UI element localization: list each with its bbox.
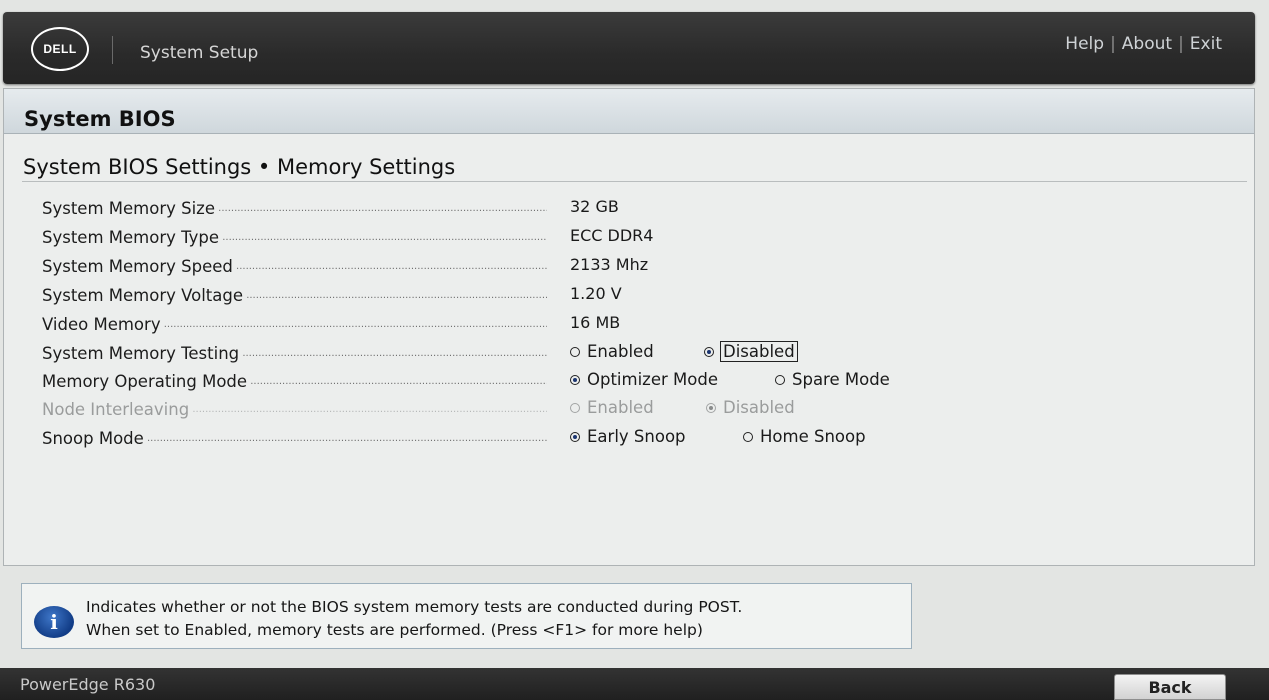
back-button[interactable]: Back: [1114, 674, 1226, 700]
radio-selected-icon[interactable]: [704, 347, 714, 357]
row-system-memory-speed: System Memory Speed 2133 Mhz: [42, 255, 922, 281]
radio-selected-icon[interactable]: [570, 375, 580, 385]
row-system-memory-size: System Memory Size 32 GB: [42, 197, 922, 223]
top-header-bar: DELL System Setup Help | About | Exit: [3, 12, 1255, 84]
system-memory-speed-value: 2133 Mhz: [570, 255, 649, 274]
help-text-line-1: Indicates whether or not the BIOS system…: [86, 598, 743, 616]
row-system-memory-type: System Memory Type ECC DDR4: [42, 226, 922, 252]
video-memory-value: 16 MB: [570, 313, 621, 332]
help-text: Indicates whether or not the BIOS system…: [86, 596, 742, 642]
option-label: Early Snoop: [587, 427, 686, 446]
section-divider: [22, 181, 1247, 182]
row-node-interleaving: Node Interleaving Enabled Disabled: [42, 398, 922, 424]
row-memory-operating-mode: Memory Operating Mode Optimizer Mode Spa…: [42, 370, 922, 396]
system-memory-size-value: 32 GB: [570, 197, 619, 216]
spare-mode-option[interactable]: Spare Mode: [775, 370, 890, 389]
option-label: Enabled: [587, 342, 654, 361]
system-memory-voltage-value: 1.20 V: [570, 284, 622, 303]
node-interleaving-enabled-option: Enabled: [570, 398, 654, 417]
video-memory-label: Video Memory: [42, 315, 547, 334]
row-snoop-mode: Snoop Mode Early Snoop Home Snoop: [42, 427, 922, 453]
memory-testing-disabled-option[interactable]: Disabled: [704, 341, 798, 362]
product-name: PowerEdge R630: [20, 675, 156, 694]
system-memory-testing-label: System Memory Testing: [42, 344, 547, 363]
row-system-memory-testing: System Memory Testing Enabled Disabled: [42, 341, 922, 368]
row-system-memory-voltage: System Memory Voltage 1.20 V: [42, 284, 922, 310]
option-label: Enabled: [587, 398, 654, 417]
exit-link[interactable]: Exit: [1190, 34, 1222, 54]
header-links: Help | About | Exit: [1065, 34, 1222, 54]
row-video-memory: Video Memory 16 MB: [42, 313, 922, 339]
option-label: Disabled: [723, 398, 795, 417]
node-interleaving-label: Node Interleaving: [42, 400, 547, 419]
option-label: Home Snoop: [760, 427, 866, 446]
header-divider: [112, 36, 113, 64]
system-memory-speed-label: System Memory Speed: [42, 257, 547, 276]
radio-unselected-icon[interactable]: [570, 347, 580, 357]
settings-panel: System BIOS System BIOS Settings • Memor…: [3, 88, 1255, 566]
early-snoop-option[interactable]: Early Snoop: [570, 427, 686, 446]
help-box: i Indicates whether or not the BIOS syst…: [21, 583, 912, 649]
dell-logo-text: DELL: [43, 42, 77, 56]
snoop-mode-label: Snoop Mode: [42, 429, 547, 448]
info-icon: i: [34, 606, 74, 638]
option-label: Spare Mode: [792, 370, 890, 389]
app-title: System Setup: [140, 43, 259, 63]
about-link[interactable]: About: [1122, 34, 1172, 54]
help-text-line-2: When set to Enabled, memory tests are pe…: [86, 621, 703, 639]
bottom-bar: PowerEdge R630 Back: [0, 668, 1269, 700]
option-label-focused: Disabled: [720, 341, 798, 362]
help-link[interactable]: Help: [1065, 34, 1104, 54]
section-title: System BIOS Settings • Memory Settings: [23, 155, 456, 179]
radio-unselected-icon: [570, 403, 580, 413]
radio-unselected-icon[interactable]: [743, 432, 753, 442]
system-memory-type-value: ECC DDR4: [570, 226, 654, 245]
option-label: Optimizer Mode: [587, 370, 718, 389]
panel-header: System BIOS: [4, 89, 1254, 134]
radio-selected-icon[interactable]: [570, 432, 580, 442]
dell-logo: DELL: [31, 27, 89, 71]
radio-unselected-icon[interactable]: [775, 375, 785, 385]
system-memory-voltage-label: System Memory Voltage: [42, 286, 547, 305]
home-snoop-option[interactable]: Home Snoop: [743, 427, 866, 446]
system-memory-size-label: System Memory Size: [42, 199, 547, 218]
panel-title: System BIOS: [24, 107, 176, 131]
memory-testing-enabled-option[interactable]: Enabled: [570, 342, 654, 361]
memory-operating-mode-label: Memory Operating Mode: [42, 372, 547, 391]
optimizer-mode-option[interactable]: Optimizer Mode: [570, 370, 718, 389]
radio-selected-icon: [706, 403, 716, 413]
link-separator: |: [1178, 34, 1184, 54]
system-memory-type-label: System Memory Type: [42, 228, 547, 247]
node-interleaving-disabled-option: Disabled: [706, 398, 795, 417]
link-separator: |: [1110, 34, 1116, 54]
